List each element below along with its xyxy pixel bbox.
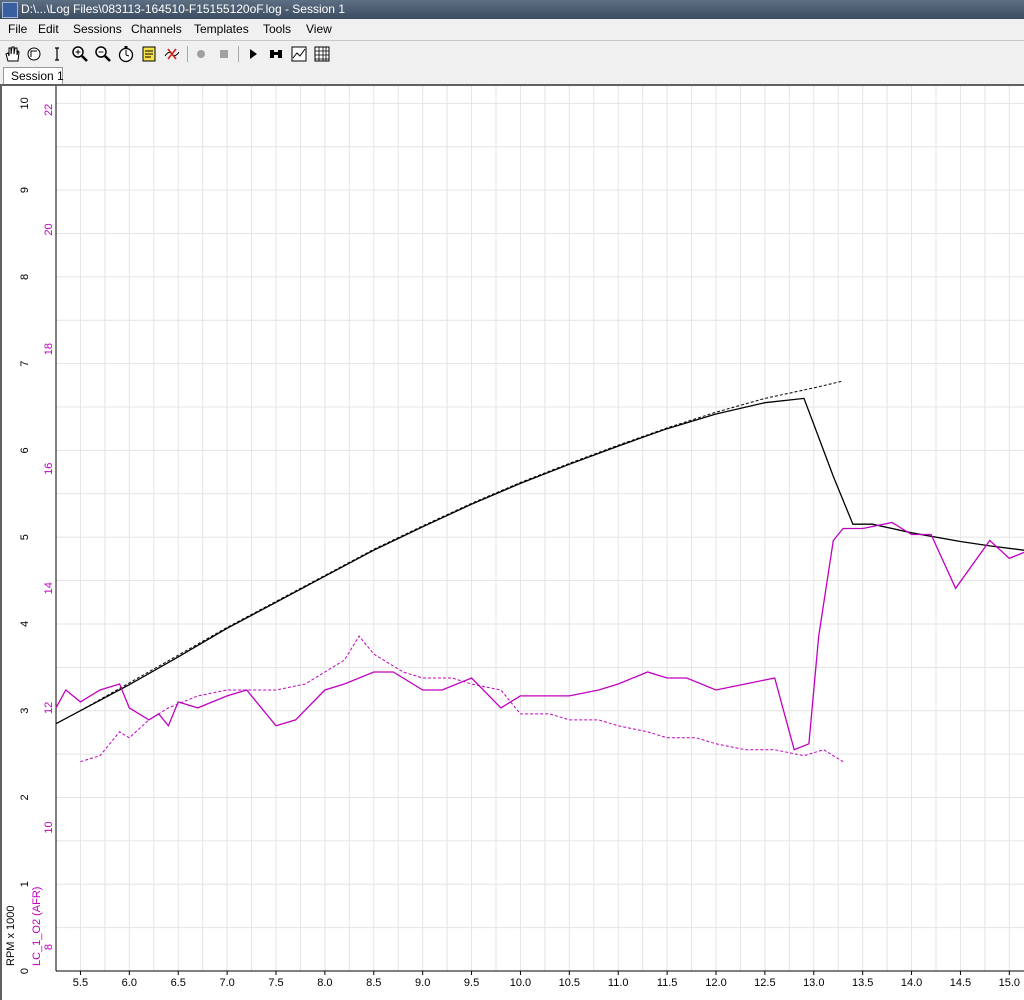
menu-file[interactable]: File <box>8 22 27 36</box>
rpm-tick-label: 0 <box>19 968 31 974</box>
x-tick-label: 8.0 <box>317 977 332 989</box>
x-tick-label: 11.0 <box>608 977 629 989</box>
play-icon[interactable] <box>243 44 263 64</box>
rpm-tick-label: 1 <box>19 881 31 887</box>
menu-tools[interactable]: Tools <box>263 22 291 36</box>
series-line-rpm-solid <box>55 397 1024 725</box>
x-tick-label: 10.0 <box>510 977 531 989</box>
chart-icon[interactable] <box>289 44 309 64</box>
stopwatch-icon[interactable] <box>116 44 136 64</box>
x-tick-label: 12.0 <box>705 977 726 989</box>
x-tick-label: 14.5 <box>950 977 971 989</box>
x-tick-label: 14.0 <box>901 977 922 989</box>
menu-sessions[interactable]: Sessions <box>73 22 122 36</box>
rpm-tick-label: 3 <box>19 708 31 714</box>
chart[interactable]: 5.5 6.0 6.5 7.0 7.5 8.0 8.5 9.0 9.5 10.0 10.5 11.0 1… <box>2 86 1024 1000</box>
x-tick-label: 8.5 <box>366 977 381 989</box>
afr-tick-label: 10 <box>43 821 55 833</box>
window-title: D:\...\Log Files\083113-164510-F15155120… <box>21 2 345 16</box>
series-line-afr-dashed <box>80 635 844 763</box>
toolbar <box>0 40 1024 67</box>
rpm-tick-label: 2 <box>19 794 31 800</box>
hand-icon[interactable] <box>2 44 22 64</box>
toolbar-separator <box>187 46 188 62</box>
rpm-tick-label: 5 <box>19 534 31 540</box>
rpm-axis-label: RPM x 1000 <box>5 905 17 966</box>
rpm-tick-label: 4 <box>19 621 31 627</box>
x-tick-label: 5.5 <box>73 977 88 989</box>
afr-tick-label: 14 <box>43 582 55 594</box>
menu-templates[interactable]: Templates <box>194 22 249 36</box>
afr-tick-label: 16 <box>43 463 55 475</box>
x-tick-label: 10.5 <box>559 977 580 989</box>
menu-bar: File Edit Sessions Channels Templates To… <box>0 19 1024 40</box>
menu-view[interactable]: View <box>306 22 332 36</box>
clear-markers-icon[interactable] <box>162 44 182 64</box>
zoom-out-icon[interactable] <box>93 44 113 64</box>
afr-tick-label: 8 <box>43 944 55 950</box>
table-icon[interactable] <box>312 44 332 64</box>
rpm-tick-label: 8 <box>19 274 31 280</box>
x-tick-label: 7.0 <box>219 977 234 989</box>
toolbar-separator <box>238 46 239 62</box>
cursor-icon[interactable] <box>47 44 67 64</box>
stop-icon[interactable] <box>214 44 234 64</box>
rpm-tick-label: 6 <box>19 447 31 453</box>
notes-icon[interactable] <box>139 44 159 64</box>
x-tick-label: 6.5 <box>171 977 186 989</box>
afr-tick-label: 12 <box>43 702 55 714</box>
session-tabs: Session 1 <box>0 66 1024 85</box>
rpm-tick-label: 9 <box>19 187 31 193</box>
app-icon <box>2 2 18 18</box>
plot-area[interactable]: 5.5 6.0 6.5 7.0 7.5 8.0 8.5 9.0 9.5 10.0 10.5 11.0 1… <box>0 84 1024 1000</box>
pan-icon[interactable] <box>24 44 44 64</box>
series-line-rpm-dashed <box>80 380 844 712</box>
x-tick-label: 13.0 <box>803 977 824 989</box>
x-tick-label: 7.5 <box>268 977 283 989</box>
series-line-afr-solid <box>55 521 1024 751</box>
menu-channels[interactable]: Channels <box>131 22 182 36</box>
record-icon[interactable] <box>191 44 211 64</box>
x-tick-label: 12.5 <box>754 977 775 989</box>
afr-tick-label: 20 <box>43 223 55 235</box>
tab-label: Session 1 <box>11 69 64 83</box>
afr-tick-label: 22 <box>43 104 55 116</box>
binoculars-icon[interactable] <box>266 44 286 64</box>
x-tick-label: 6.0 <box>122 977 137 989</box>
rpm-tick-label: 10 <box>19 97 31 109</box>
afr-tick-label: 18 <box>43 343 55 355</box>
afr-axis-label: LC_1_O2 (AFR) <box>31 887 43 966</box>
zoom-in-icon[interactable] <box>70 44 90 64</box>
tab-session-1[interactable]: Session 1 <box>3 67 64 85</box>
x-tick-label: 13.5 <box>852 977 873 989</box>
menu-edit[interactable]: Edit <box>38 22 59 36</box>
rpm-tick-label: 7 <box>19 361 31 367</box>
x-tick-label: 11.5 <box>657 977 678 989</box>
x-tick-label: 9.5 <box>464 977 479 989</box>
x-tick-label: 15.0 <box>999 977 1020 989</box>
title-bar: D:\...\Log Files\083113-164510-F15155120… <box>0 0 1024 19</box>
x-tick-label: 9.0 <box>415 977 430 989</box>
